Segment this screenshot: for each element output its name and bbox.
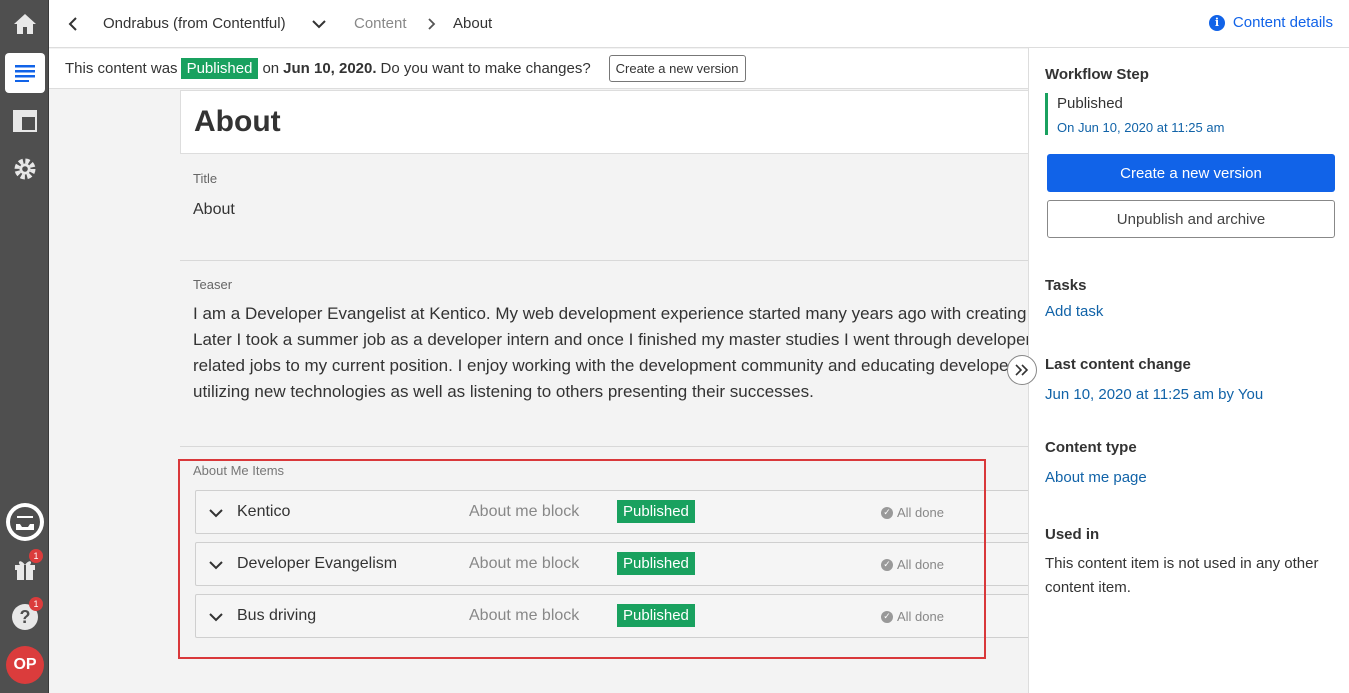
last-change-heading: Last content change (1045, 356, 1191, 373)
breadcrumb-project[interactable]: Ondrabus (from Contentful) (103, 15, 286, 33)
chevron-right-icon (423, 14, 441, 34)
chevron-down-icon[interactable] (309, 14, 329, 34)
settings-icon[interactable] (5, 149, 45, 189)
content-list-icon[interactable] (5, 53, 45, 93)
title-field-label: Title (193, 171, 218, 186)
inbox-icon[interactable] (5, 502, 45, 542)
field-divider (180, 446, 1029, 447)
avatar[interactable]: OP (6, 646, 44, 684)
notice-on: on (262, 60, 280, 77)
teaser-field-label: Teaser (193, 277, 233, 292)
workflow-heading: Workflow Step (1045, 66, 1149, 83)
unpublish-archive-button[interactable]: Unpublish and archive (1047, 200, 1335, 238)
last-change-link[interactable]: Jun 10, 2020 at 11:25 am by You (1045, 386, 1263, 403)
published-notice-bar: This content was Published on Jun 10, 20… (49, 49, 1029, 89)
content-type-heading: Content type (1045, 439, 1137, 456)
teaser-line: I am a Developer Evangelist at Kentico. … (193, 304, 1029, 323)
teaser-line: utilizing new technologies as well as li… (193, 382, 814, 401)
breadcrumb-current: About (453, 15, 493, 32)
double-chevron-right-icon[interactable] (1007, 355, 1037, 385)
teaser-field-value[interactable]: I am a Developer Evangelist at Kentico. … (193, 301, 1029, 405)
home-icon[interactable] (5, 4, 45, 44)
notice-date: Jun 10, 2020. (283, 60, 377, 77)
add-task-link[interactable]: Add task (1045, 303, 1103, 320)
status-badge: Published (180, 58, 259, 79)
details-sidebar: Workflow Step Published On Jun 10, 2020 … (1028, 48, 1349, 693)
used-in-heading: Used in (1045, 526, 1100, 543)
info-icon: i (1208, 14, 1225, 31)
teaser-line: Later I took a summer job as a developer… (193, 330, 1029, 349)
gift-badge: 1 (29, 549, 43, 563)
back-arrow-icon[interactable] (61, 12, 85, 36)
create-version-button[interactable]: Create a new version (608, 55, 746, 82)
create-new-version-button[interactable]: Create a new version (1047, 154, 1335, 192)
app-rail: 1 ? 1 OP (0, 0, 49, 693)
highlight-box (178, 459, 986, 659)
gift-icon[interactable]: 1 (5, 549, 45, 589)
help-icon[interactable]: ? 1 (5, 597, 45, 637)
item-title-card: About (180, 90, 1029, 154)
breadcrumb-content[interactable]: Content (354, 15, 407, 33)
content-editor: About Title About Teaser I am a Develope… (49, 90, 1029, 693)
page-title: About (194, 105, 281, 138)
field-divider (180, 260, 1029, 261)
notice-question: Do you want to make changes? (380, 60, 591, 77)
svg-text:?: ? (20, 607, 31, 627)
workflow-date: On Jun 10, 2020 at 11:25 am (1057, 120, 1225, 135)
workflow-status: Published (1057, 95, 1123, 112)
content-details-label: Content details (1232, 14, 1333, 31)
notice-prefix: This content was (65, 60, 178, 77)
content-details-link[interactable]: i Content details (1208, 14, 1333, 31)
used-in-text: This content item is not used in any oth… (1045, 555, 1319, 596)
content-type-link[interactable]: About me page (1045, 469, 1147, 486)
teaser-line: related jobs to my current position. I e… (193, 356, 1023, 375)
tasks-heading: Tasks (1045, 277, 1087, 294)
top-bar: Ondrabus (from Contentful) Content About… (49, 0, 1349, 48)
workflow-status-bar (1045, 93, 1048, 135)
layout-icon[interactable] (5, 101, 45, 141)
title-field-value[interactable]: About (193, 201, 235, 219)
help-badge: 1 (29, 597, 43, 611)
